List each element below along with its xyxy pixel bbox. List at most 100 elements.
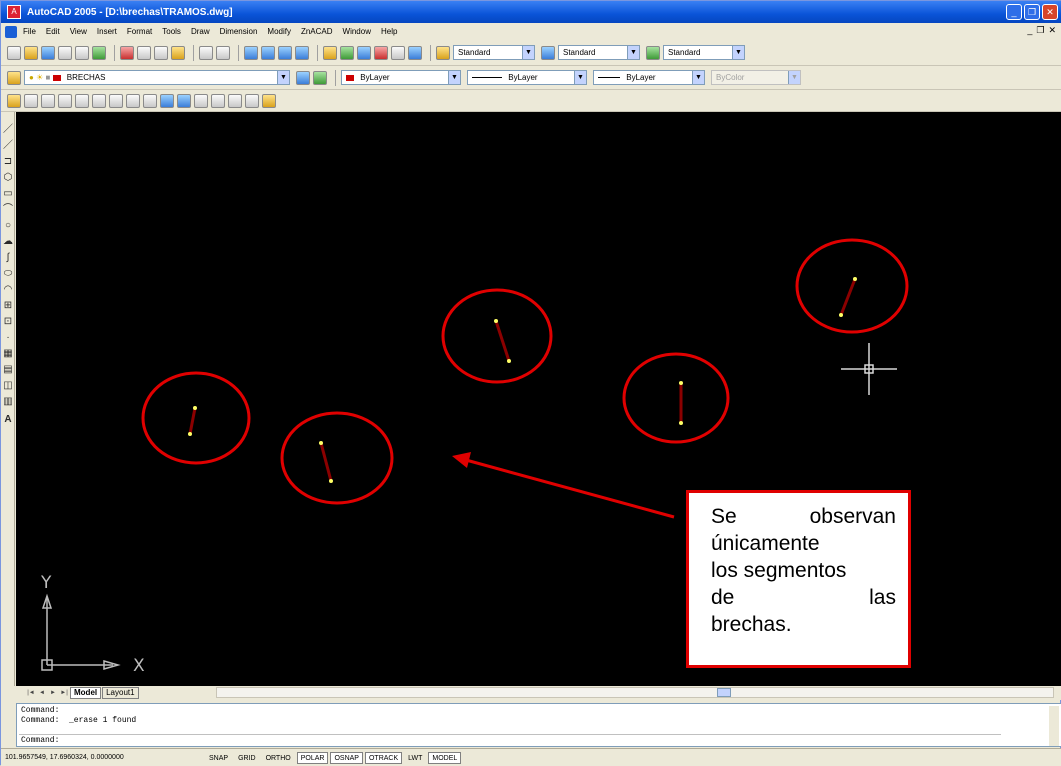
menu-dimension[interactable]: Dimension [220,27,258,36]
layer-previous-icon[interactable] [313,70,327,85]
close-button[interactable]: ✕ [1042,4,1058,20]
last-tab-button[interactable]: ►| [59,688,69,698]
array-icon[interactable] [75,93,89,108]
ellipse-icon[interactable]: ⬭ [2,268,14,280]
tab-model[interactable]: Model [70,687,102,699]
undo-icon[interactable] [199,45,213,60]
chevron-down-icon[interactable]: ▼ [692,71,704,84]
menu-modify[interactable]: Modify [267,27,291,36]
chevron-down-icon[interactable]: ▼ [627,46,639,59]
tab-layout1[interactable]: Layout1 [102,687,139,699]
explode-icon[interactable] [262,93,276,108]
grip-point[interactable] [853,277,857,281]
copy-object-icon[interactable] [24,93,38,108]
save-icon[interactable] [41,45,55,60]
pan-icon[interactable] [244,45,258,60]
lwt-toggle[interactable]: LWT [404,752,426,764]
tool-palettes-icon[interactable] [357,45,371,60]
table-style-dropdown[interactable]: Standard ▼ [663,45,745,60]
doc-minimize-icon[interactable]: _ [1027,25,1032,36]
chevron-down-icon[interactable]: ▼ [522,46,534,59]
prev-tab-button[interactable]: ◄ [37,688,47,698]
zoom-window-icon[interactable] [278,45,292,60]
plot-icon[interactable] [58,45,72,60]
grip-point[interactable] [679,381,683,385]
open-icon[interactable] [24,45,38,60]
grip-point[interactable] [507,359,511,363]
rotate-icon[interactable] [109,93,123,108]
arc-icon[interactable]: ⌒ [2,204,14,216]
offset-icon[interactable] [58,93,72,108]
region-icon[interactable]: ◫ [2,380,14,392]
circle-icon[interactable]: ○ [2,220,14,232]
polyline-icon[interactable]: ⊐ [2,156,14,168]
menu-window[interactable]: Window [343,27,371,36]
command-input[interactable]: Command: [19,734,1001,745]
point-icon[interactable]: · [2,332,14,344]
text-style-dropdown[interactable]: Standard ▼ [453,45,535,60]
polygon-icon[interactable]: ⬡ [2,172,14,184]
doc-restore-icon[interactable]: ❐ [1036,25,1044,36]
horizontal-scrollbar[interactable] [216,687,1054,698]
lineweight-dropdown[interactable]: ByLayer ▼ [593,70,705,85]
stretch-icon[interactable] [143,93,157,108]
paste-icon[interactable] [154,45,168,60]
construction-line-icon[interactable]: ／ [2,140,14,152]
grip-point[interactable] [494,319,498,323]
line-icon[interactable]: ／ [2,124,14,136]
gap-segment-1[interactable] [188,406,197,436]
color-dropdown[interactable]: ByLayer ▼ [341,70,461,85]
chevron-down-icon[interactable]: ▼ [277,71,289,84]
scale-icon[interactable] [126,93,140,108]
break-icon[interactable] [211,93,225,108]
model-toggle[interactable]: MODEL [428,751,462,764]
gap-segment-3[interactable] [494,319,511,363]
first-tab-button[interactable]: |◄ [26,688,36,698]
plot-preview-icon[interactable] [75,45,89,60]
osnap-toggle[interactable]: OSNAP [330,751,363,764]
layer-manager-icon[interactable] [7,70,21,85]
linetype-dropdown[interactable]: ByLayer ▼ [467,70,587,85]
grip-point[interactable] [188,432,192,436]
make-block-icon[interactable]: ⊡ [2,316,14,328]
doc-close-icon[interactable]: ✕ [1048,25,1056,36]
chevron-down-icon[interactable]: ▼ [574,71,586,84]
cut-icon[interactable] [120,45,134,60]
design-center-icon[interactable] [340,45,354,60]
snap-toggle[interactable]: SNAP [205,752,232,764]
hatch-icon[interactable]: ▦ [2,348,14,360]
menu-tools[interactable]: Tools [162,27,181,36]
make-object-layer-current-icon[interactable] [296,70,310,85]
zoom-realtime-icon[interactable] [261,45,275,60]
menu-file[interactable]: File [23,27,36,36]
ortho-toggle[interactable]: ORTHO [262,752,295,764]
gap-segment-4[interactable] [679,381,683,425]
insert-block-icon[interactable]: ⊞ [2,300,14,312]
rectangle-icon[interactable]: ▭ [2,188,14,200]
command-scrollbar[interactable] [1049,706,1059,746]
sheet-set-icon[interactable] [374,45,388,60]
menu-edit[interactable]: Edit [46,27,60,36]
spline-icon[interactable]: ∫ [2,252,14,264]
redo-icon[interactable] [216,45,230,60]
menu-draw[interactable]: Draw [191,27,210,36]
next-tab-button[interactable]: ► [48,688,58,698]
command-window[interactable]: Command: Command: _erase 1 found Command… [16,703,1061,747]
gradient-icon[interactable]: ▤ [2,364,14,376]
chevron-down-icon[interactable]: ▼ [448,71,460,84]
drawing-area[interactable]: Y X Se observan únicamente los segmentos… [16,112,1061,686]
grip-point[interactable] [193,406,197,410]
gap-segment-2[interactable] [319,441,333,483]
break-at-point-icon[interactable] [194,93,208,108]
menu-view[interactable]: View [70,27,87,36]
grip-point[interactable] [329,479,333,483]
properties-icon[interactable] [323,45,337,60]
fillet-icon[interactable] [245,93,259,108]
grid-toggle[interactable]: GRID [234,752,260,764]
chevron-down-icon[interactable]: ▼ [732,46,744,59]
layer-dropdown[interactable]: ● ☀ ■ BRECHAS ▼ [24,70,290,85]
markup-icon[interactable] [391,45,405,60]
chamfer-icon[interactable] [228,93,242,108]
gap-segment-5[interactable] [839,277,857,317]
menu-znacad[interactable]: ZnACAD [301,27,333,36]
